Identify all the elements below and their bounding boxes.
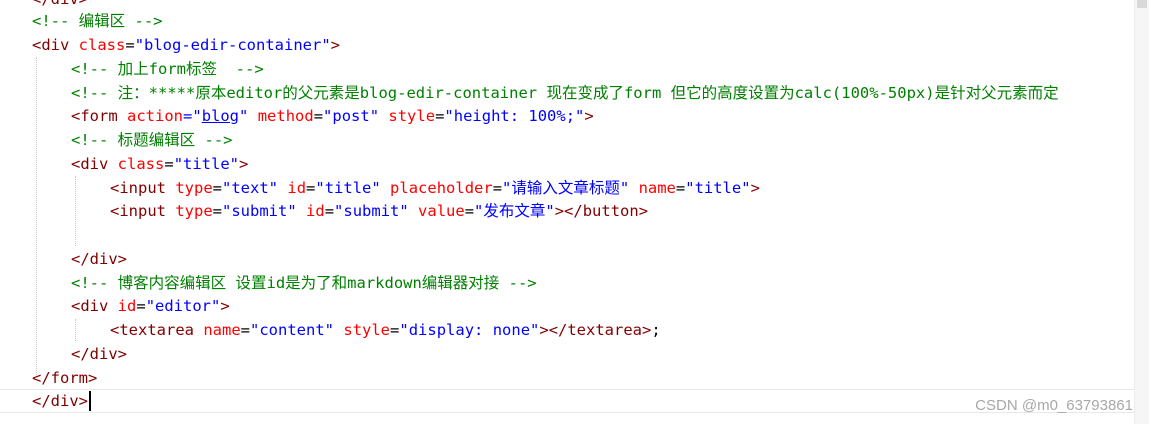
code-line[interactable]: <input type="text" id="title" placeholde… — [0, 176, 1135, 200]
code-line[interactable]: </div> — [0, 247, 1135, 271]
code-line[interactable]: <textarea name="content" style="display:… — [0, 318, 1135, 342]
code-line[interactable]: <input type="submit" id="submit" value="… — [0, 199, 1135, 223]
code-line[interactable]: <div id="editor"> — [0, 294, 1135, 318]
code-line[interactable]: <!-- 编辑区 --> — [0, 9, 1135, 33]
vertical-scrollbar[interactable] — [1134, 0, 1149, 424]
code-line[interactable]: <!-- 标题编辑区 --> — [0, 128, 1135, 152]
code-line[interactable]: <div class="title"> — [0, 152, 1135, 176]
code-line[interactable]: </div> — [0, 389, 1135, 413]
code-line[interactable]: <!-- 加上form标签 --> — [0, 57, 1135, 81]
text-cursor — [89, 391, 91, 411]
action-link[interactable]: blog — [202, 107, 239, 125]
code-line[interactable]: </div> — [0, 342, 1135, 366]
code-editor[interactable]: </div> <!-- 编辑区 --> <div class="blog-edi… — [0, 0, 1135, 424]
code-line[interactable]: </form> — [0, 366, 1135, 390]
scroll-thumb[interactable] — [1137, 0, 1147, 8]
code-line[interactable]: <form action="blog" method="post" style=… — [0, 104, 1135, 128]
code-line[interactable]: <!-- 博客内容编辑区 设置id是为了和markdown编辑器对接 --> — [0, 271, 1135, 295]
watermark: CSDN @m0_63793861 — [975, 397, 1133, 414]
code-line[interactable]: <div class="blog-edir-container"> — [0, 33, 1135, 57]
code-line[interactable]: <!-- 注：*****原本editor的父元素是blog-edir-conta… — [0, 81, 1135, 105]
